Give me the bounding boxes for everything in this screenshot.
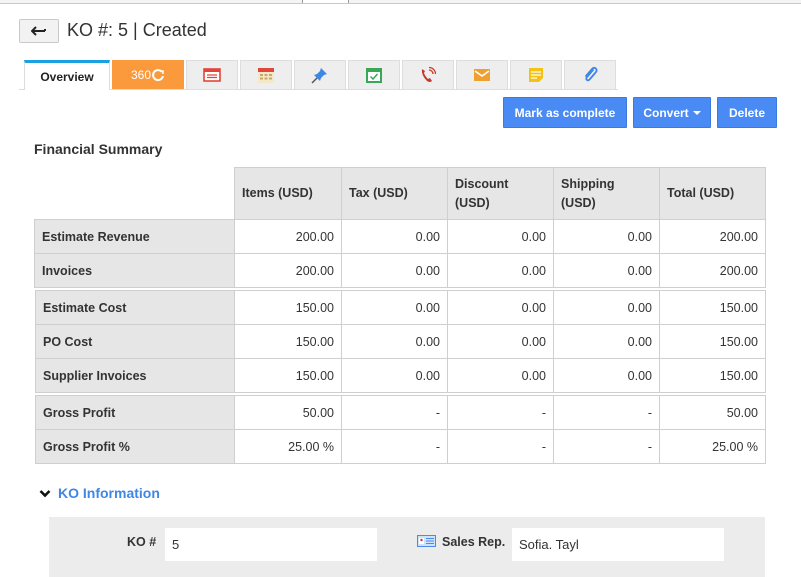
cell-value: 0.00 xyxy=(341,253,448,288)
pin-icon xyxy=(311,68,327,84)
cell-value: 0.00 xyxy=(553,324,660,359)
tab-overview[interactable]: Overview xyxy=(24,60,110,90)
cell-value: 0.00 xyxy=(447,290,554,325)
cell-value: 150.00 xyxy=(659,358,766,393)
top-strip xyxy=(0,0,801,4)
cell-value: 0.00 xyxy=(553,358,660,393)
tab-bar: Overview 360 xyxy=(24,60,618,90)
mail-icon xyxy=(474,69,490,81)
cell-value: 0.00 xyxy=(553,219,660,254)
column-header: Discount (USD) xyxy=(447,167,554,220)
calendar-check-icon xyxy=(366,68,382,83)
cost-group: Estimate Cost 150.00 0.00 0.00 0.00 150.00 PO … xyxy=(35,290,766,393)
cell-value: - xyxy=(341,429,448,464)
cell-value: - xyxy=(447,395,554,430)
cell-value: 0.00 xyxy=(447,324,554,359)
profit-group: Gross Profit 50.00- - -50.00 Gross Profit % 2… xyxy=(35,395,766,464)
chevron-down-icon xyxy=(39,489,51,497)
ko-information-title: KO Information xyxy=(58,485,160,501)
table-row: PO Cost 150.00 0.00 0.00 0.00 150.00 xyxy=(35,324,766,359)
paperclip-icon xyxy=(585,66,598,82)
tab-360[interactable]: 360 xyxy=(112,60,184,89)
column-header: Shipping (USD) xyxy=(553,167,660,220)
row-label: Estimate Revenue xyxy=(34,219,235,254)
top-strip-tab xyxy=(303,0,348,3)
mark-complete-button[interactable]: Mark as complete xyxy=(503,97,627,128)
row-label: PO Cost xyxy=(35,324,235,359)
cell-value: 200.00 xyxy=(234,219,342,254)
column-header: Total (USD) xyxy=(659,167,766,220)
cell-value: 0.00 xyxy=(341,324,448,359)
table-row: Invoices 200.00 0.00 0.00 0.00 200.00 xyxy=(34,253,766,288)
sales-rep-input[interactable] xyxy=(512,528,724,561)
table-row: Estimate Revenue 200.00 0.00 0.00 0.00 200.00 xyxy=(34,219,766,254)
arrow-left-icon xyxy=(31,26,46,36)
cell-value: 0.00 xyxy=(447,253,554,288)
row-label: Gross Profit % xyxy=(35,429,235,464)
cell-value: 50.00 xyxy=(234,395,342,430)
row-label: Invoices xyxy=(34,253,235,288)
cell-value: 50.00 xyxy=(659,395,766,430)
back-button[interactable] xyxy=(19,19,59,43)
cell-value: 0.00 xyxy=(447,219,554,254)
cell-value: 25.00 % xyxy=(659,429,766,464)
row-label: Gross Profit xyxy=(35,395,235,430)
tab-attachment[interactable] xyxy=(564,60,616,89)
tab-call[interactable] xyxy=(402,60,454,89)
cell-value: 200.00 xyxy=(659,219,766,254)
financial-summary-title: Financial Summary xyxy=(34,141,163,157)
tab-calendar[interactable] xyxy=(240,60,292,89)
tab-email[interactable] xyxy=(456,60,508,89)
cell-value: 0.00 xyxy=(341,290,448,325)
cell-value: 0.00 xyxy=(553,290,660,325)
table-row: Gross Profit 50.00- - -50.00 xyxy=(35,395,766,430)
caret-down-icon xyxy=(692,110,701,115)
row-label: Supplier Invoices xyxy=(35,358,235,393)
tab-pin[interactable] xyxy=(294,60,346,89)
divider xyxy=(348,0,349,3)
divider xyxy=(302,0,303,3)
table-row: Estimate Cost 150.00 0.00 0.00 0.00 150.00 xyxy=(35,290,766,325)
cell-value: - xyxy=(553,395,660,430)
note-icon xyxy=(529,68,543,82)
page-title: KO #: 5 | Created xyxy=(67,20,207,40)
table-row: Gross Profit % 25.00 % - - -25.00 % xyxy=(35,429,766,464)
row-label: Estimate Cost xyxy=(35,290,235,325)
revenue-group: Estimate Revenue 200.00 0.00 0.00 0.00 200.00… xyxy=(34,219,766,288)
calendar-icon xyxy=(258,68,274,83)
cell-value: 25.00 % xyxy=(234,429,342,464)
cell-value: 0.00 xyxy=(341,219,448,254)
cell-value: 150.00 xyxy=(234,358,342,393)
column-header: Tax (USD) xyxy=(341,167,448,220)
phone-icon xyxy=(421,66,437,82)
financial-table-header: Items (USD) Tax (USD) Discount (USD) Shi… xyxy=(234,167,766,220)
cell-value: 0.00 xyxy=(341,358,448,393)
cell-value: 0.00 xyxy=(553,253,660,288)
cell-value: - xyxy=(553,429,660,464)
ko-number-input[interactable] xyxy=(165,528,377,561)
cell-value: 200.00 xyxy=(234,253,342,288)
tab-note[interactable] xyxy=(510,60,562,89)
tab-task[interactable] xyxy=(348,60,400,89)
cell-value: 150.00 xyxy=(659,290,766,325)
cell-value: 150.00 xyxy=(234,324,342,359)
ko-information-panel: KO # Sales Rep. xyxy=(49,517,765,577)
cell-value: - xyxy=(447,429,554,464)
ko-number-label: KO # xyxy=(127,535,157,549)
ko-information-toggle[interactable]: KO Information xyxy=(39,485,160,501)
sales-rep-label: Sales Rep. xyxy=(442,535,506,549)
cell-value: 150.00 xyxy=(659,324,766,359)
contact-card-icon xyxy=(417,535,436,547)
column-header: Items (USD) xyxy=(234,167,342,220)
delete-button[interactable]: Delete xyxy=(717,97,777,128)
cell-value: 200.00 xyxy=(659,253,766,288)
cell-value: - xyxy=(341,395,448,430)
cell-value: 150.00 xyxy=(234,290,342,325)
cell-value: 0.00 xyxy=(447,358,554,393)
convert-dropdown-button[interactable]: Convert xyxy=(633,97,711,128)
tab-invoice[interactable] xyxy=(186,60,238,89)
refresh-360-icon xyxy=(152,69,164,82)
table-row: Supplier Invoices 150.00 0.00 0.00 0.00 150.0… xyxy=(35,358,766,393)
invoice-icon xyxy=(203,68,221,82)
